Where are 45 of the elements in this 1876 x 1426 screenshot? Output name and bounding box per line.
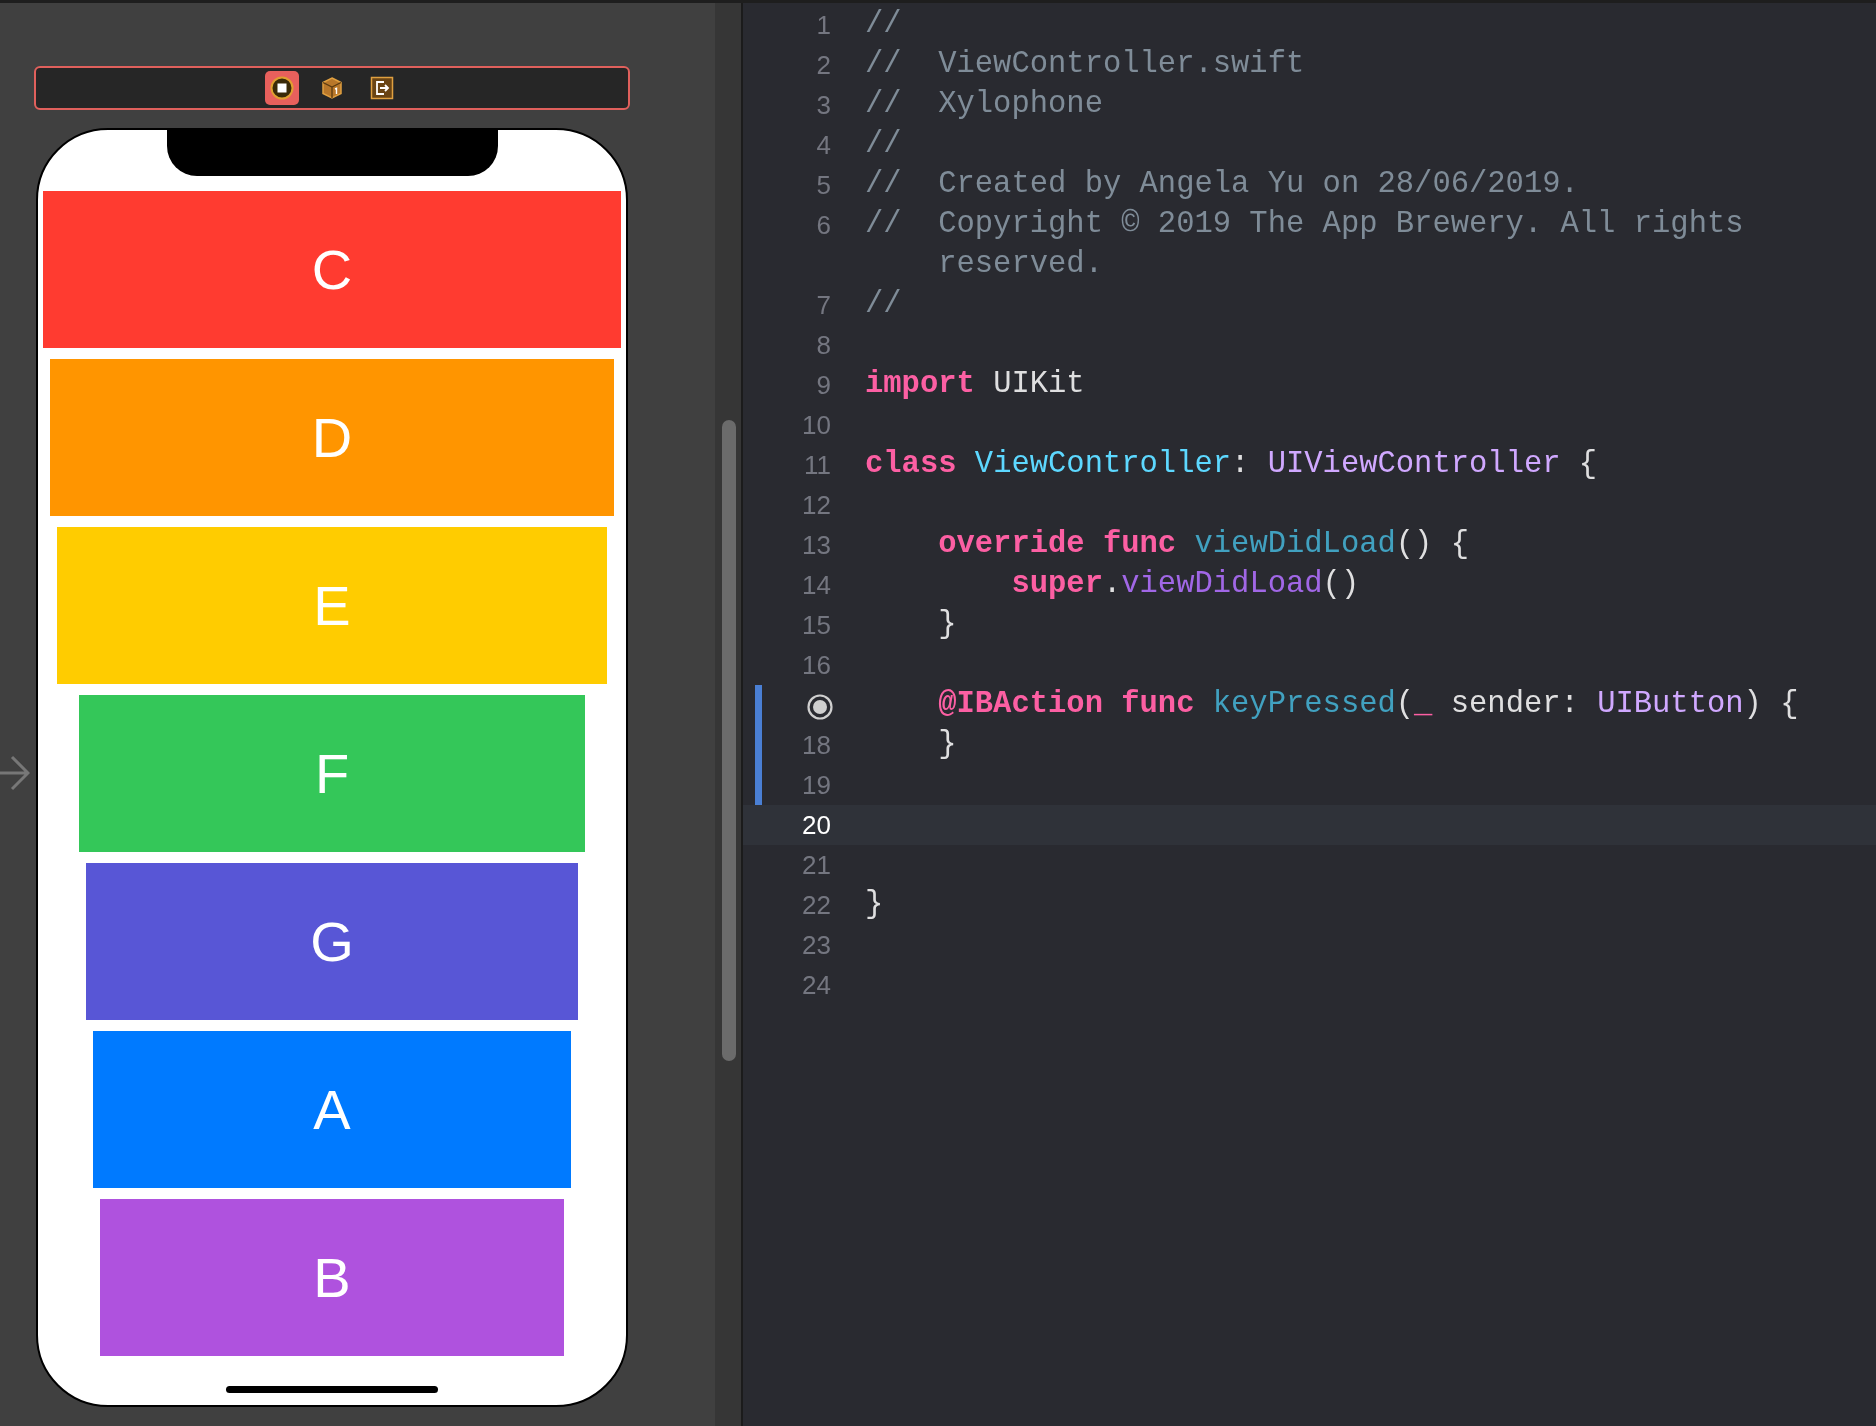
code-line: // Copyright © 2019 The App Brewery. All rights xyxy=(865,206,1744,244)
code-line: // xyxy=(865,6,902,44)
line-number: 11 xyxy=(804,449,831,480)
code-line: // Created by Angela Yu on 28/06/2019. xyxy=(865,166,1579,204)
line-number: 23 xyxy=(802,929,831,960)
line-number: 12 xyxy=(802,489,831,520)
code-line: @IBAction func keyPressed(_ sender: UIButton) { xyxy=(937,686,1799,724)
line-number: 20 xyxy=(802,809,831,840)
line-number: 1 xyxy=(816,9,831,40)
code-line: // xyxy=(865,286,902,324)
code-line: override func viewDidLoad() { xyxy=(937,526,1470,564)
code-line: // xyxy=(865,126,902,164)
view-controller-icon xyxy=(270,76,294,100)
code-line: super.viewDidLoad() xyxy=(1010,566,1360,604)
line-number: 6 xyxy=(816,209,831,240)
cube-icon xyxy=(320,76,344,100)
dock-item[interactable] xyxy=(265,71,299,105)
code-line: reserved. xyxy=(937,246,1103,284)
line-number: 3 xyxy=(816,89,831,120)
line-number: 4 xyxy=(816,129,831,160)
line-number: 10 xyxy=(802,409,831,440)
line-number: 15 xyxy=(802,609,831,640)
exit-icon xyxy=(370,76,394,100)
line-number: 14 xyxy=(802,569,831,600)
line-number: 22 xyxy=(802,889,831,920)
line-number: 9 xyxy=(816,369,831,400)
line-number: 13 xyxy=(802,529,831,560)
code-line: } xyxy=(937,726,957,764)
code-line: // ViewController.swift xyxy=(865,46,1305,84)
line-number: 8 xyxy=(816,329,831,360)
code-line: class ViewController: UIViewController { xyxy=(865,446,1598,484)
line-number: 21 xyxy=(802,849,831,880)
line-number: 18 xyxy=(802,729,831,760)
connection-dot-icon[interactable] xyxy=(806,692,834,721)
line-number: 19 xyxy=(802,769,831,800)
code-line: } xyxy=(937,606,957,644)
line-number: 2 xyxy=(816,49,831,80)
line-number: 5 xyxy=(816,169,831,200)
scrollbar-thumb[interactable] xyxy=(722,420,736,1061)
code-line: } xyxy=(865,886,884,924)
code-line: import UIKit xyxy=(865,366,1085,404)
line-number: 7 xyxy=(816,289,831,320)
line-number: 16 xyxy=(802,649,831,680)
line-number: 24 xyxy=(802,969,831,1000)
code-line: // Xylophone xyxy=(865,86,1103,124)
